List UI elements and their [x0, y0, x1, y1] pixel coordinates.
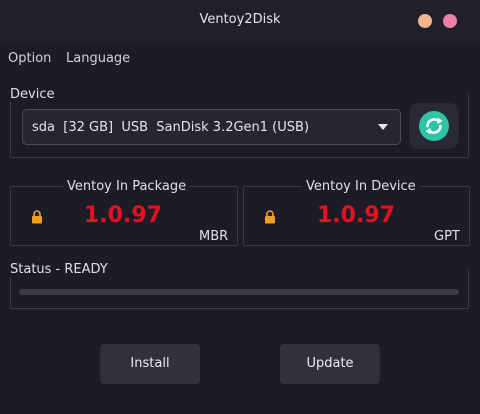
- device-version-value: 1.0.97: [317, 203, 395, 228]
- device-label: Device: [7, 87, 58, 102]
- title-bar: Ventoy2Disk: [0, 0, 480, 42]
- package-version-label: Ventoy In Package: [63, 179, 191, 194]
- status-label: Status - READY: [7, 262, 111, 277]
- device-partition-style: GPT: [434, 229, 460, 244]
- install-button[interactable]: Install: [100, 344, 200, 384]
- menu-bar: Option Language: [0, 42, 480, 74]
- menu-language[interactable]: Language: [66, 51, 130, 66]
- package-partition-style: MBR: [199, 229, 229, 244]
- device-select-value: sda [32 GB] USB SanDisk 3.2Gen1 (USB): [32, 120, 310, 135]
- menu-option[interactable]: Option: [8, 51, 51, 66]
- refresh-icon: [419, 111, 449, 141]
- chevron-down-icon: [378, 124, 388, 130]
- lock-icon: [264, 210, 276, 224]
- window-title: Ventoy2Disk: [199, 12, 281, 27]
- refresh-button[interactable]: [409, 103, 459, 149]
- lock-icon: [31, 210, 43, 224]
- device-version-label: Ventoy In Device: [302, 179, 420, 194]
- close-button[interactable]: [443, 14, 457, 28]
- package-version-value: 1.0.97: [84, 203, 162, 228]
- progress-bar: [19, 289, 459, 295]
- device-select[interactable]: sda [32 GB] USB SanDisk 3.2Gen1 (USB): [22, 109, 401, 145]
- update-button[interactable]: Update: [280, 344, 380, 384]
- minimize-button[interactable]: [418, 14, 432, 28]
